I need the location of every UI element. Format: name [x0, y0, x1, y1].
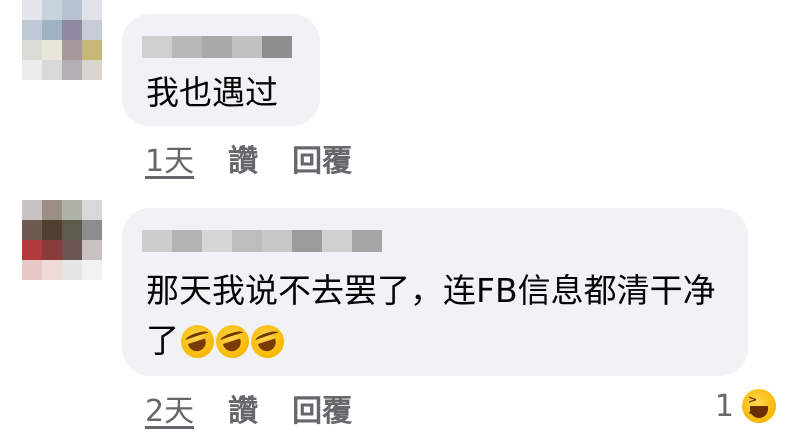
- timestamp-link[interactable]: 2天: [145, 386, 194, 430]
- comment-bubble: 我也遇过: [122, 14, 320, 126]
- comment-1: 我也遇过 1天 讚 回覆: [0, 0, 800, 190]
- rolling-on-floor-laughing-icon: [181, 325, 214, 358]
- avatar[interactable]: [22, 200, 102, 280]
- reply-button[interactable]: 回覆: [292, 136, 352, 180]
- avatar[interactable]: [22, 0, 102, 80]
- comment-actions: 1天 讚 回覆: [145, 136, 352, 180]
- comment-actions: 2天 讚 回覆: [145, 386, 352, 430]
- like-button[interactable]: 讚: [228, 136, 258, 180]
- timestamp-link[interactable]: 1天: [145, 136, 194, 180]
- reply-button[interactable]: 回覆: [292, 386, 352, 430]
- reaction-summary[interactable]: 1: [715, 387, 778, 425]
- comment-text: 那天我说不去罢了，连FB信息都清干净了: [146, 266, 736, 366]
- rolling-on-floor-laughing-icon: [216, 325, 249, 358]
- comment-bubble: 那天我说不去罢了，连FB信息都清干净了: [122, 208, 748, 376]
- comment-text: 我也遇过: [146, 73, 278, 112]
- like-button[interactable]: 讚: [228, 386, 258, 430]
- laughing-face-icon: [740, 387, 778, 425]
- author-name-blurred[interactable]: [142, 230, 382, 252]
- reaction-count: 1: [714, 388, 734, 424]
- comment-2: 那天我说不去罢了，连FB信息都清干净了 2天 讚 回覆 1: [0, 190, 800, 437]
- author-name-blurred[interactable]: [142, 36, 292, 58]
- rolling-on-floor-laughing-icon: [251, 325, 284, 358]
